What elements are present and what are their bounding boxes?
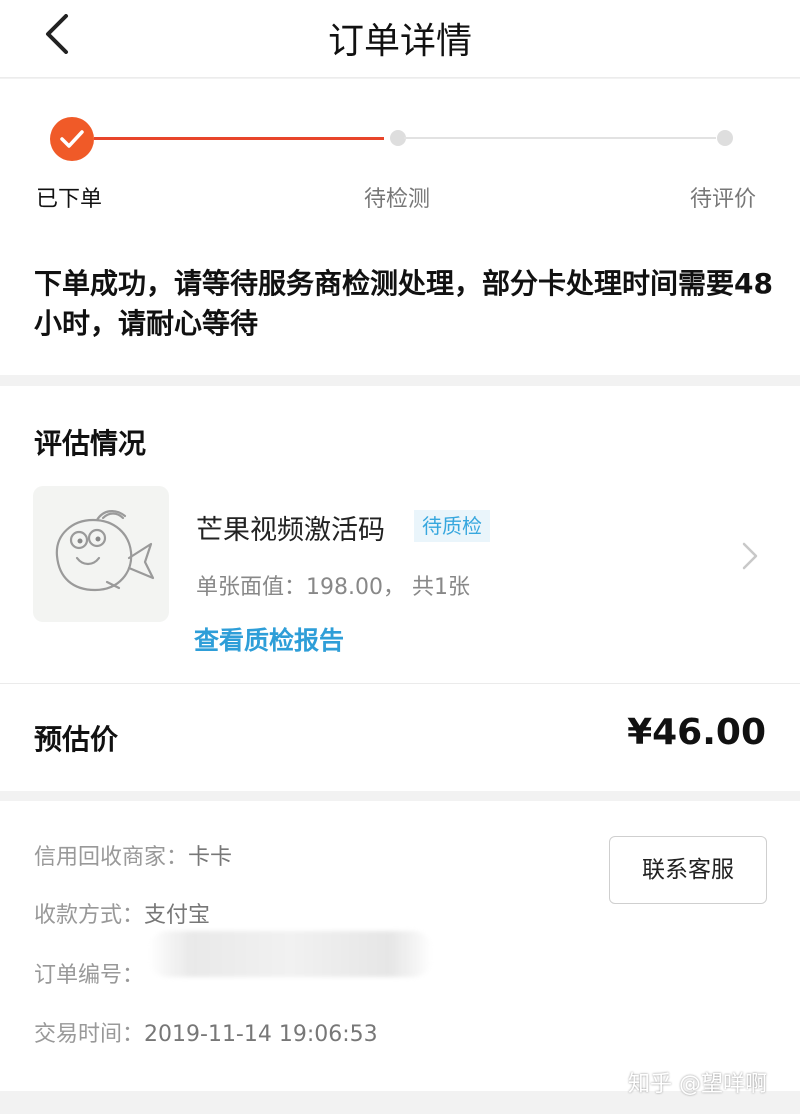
divider <box>0 683 800 684</box>
fish-placeholder-icon <box>55 510 155 592</box>
merchant-row: 信用回收商家：卡卡 <box>34 839 232 871</box>
payment-label: 收款方式： <box>34 903 145 928</box>
view-report-link[interactable]: 查看质检报告 <box>194 621 344 657</box>
order-progress: 已下单 待检测 待评价 下单成功，请等待服务商检测处理，部分卡处理时间需要48小… <box>0 79 800 375</box>
trade-time-value: 2019-11-14 19:06:53 <box>144 1022 378 1047</box>
chevron-right-icon <box>742 542 758 570</box>
redacted-order-number <box>148 931 433 977</box>
assessment-section: 评估情况 芒果视频激活码 待质检 单张面值：198.00， 共1张 查看质检报告… <box>0 386 800 791</box>
order-number-label: 订单编号： <box>34 963 145 988</box>
product-thumbnail <box>33 486 169 622</box>
top-bar: 订单详情 <box>0 0 800 78</box>
contact-service-button[interactable]: 联系客服 <box>609 836 767 904</box>
merchant-label: 信用回收商家： <box>34 845 189 870</box>
section-title: 评估情况 <box>34 427 147 460</box>
payment-value: 支付宝 <box>144 903 211 928</box>
progress-line-complete <box>94 137 384 140</box>
payment-row: 收款方式：支付宝 <box>34 897 210 929</box>
estimate-label: 预估价 <box>34 723 119 756</box>
status-badge: 待质检 <box>414 510 490 542</box>
progress-line-pending <box>404 137 716 139</box>
check-icon <box>60 130 84 148</box>
step-label-ordered: 已下单 <box>36 187 103 212</box>
estimate-price: ¥46.00 <box>627 712 766 753</box>
step-label-review: 待评价 <box>690 187 757 212</box>
step-label-inspect: 待检测 <box>364 187 431 212</box>
order-number-row: 订单编号： <box>34 957 144 989</box>
watermark-text: 知乎 @望咩啊 <box>628 1072 767 1097</box>
face-value-text: 单张面值：198.00， 共1张 <box>196 575 470 600</box>
status-notice: 下单成功，请等待服务商检测处理，部分卡处理时间需要48小时，请耐心等待 <box>34 267 773 340</box>
step-done-indicator <box>50 117 94 161</box>
order-info-section: 信用回收商家：卡卡 收款方式：支付宝 订单编号： 交易时间：2019-11-14… <box>0 801 800 1091</box>
trade-time-label: 交易时间： <box>34 1022 145 1047</box>
page-title: 订单详情 <box>327 21 472 62</box>
product-name: 芒果视频激活码 <box>196 515 385 546</box>
trade-time-row: 交易时间：2019-11-14 19:06:53 <box>34 1016 378 1048</box>
step-dot-review <box>717 130 733 146</box>
merchant-value: 卡卡 <box>188 845 233 870</box>
product-detail-button[interactable] <box>740 541 760 575</box>
